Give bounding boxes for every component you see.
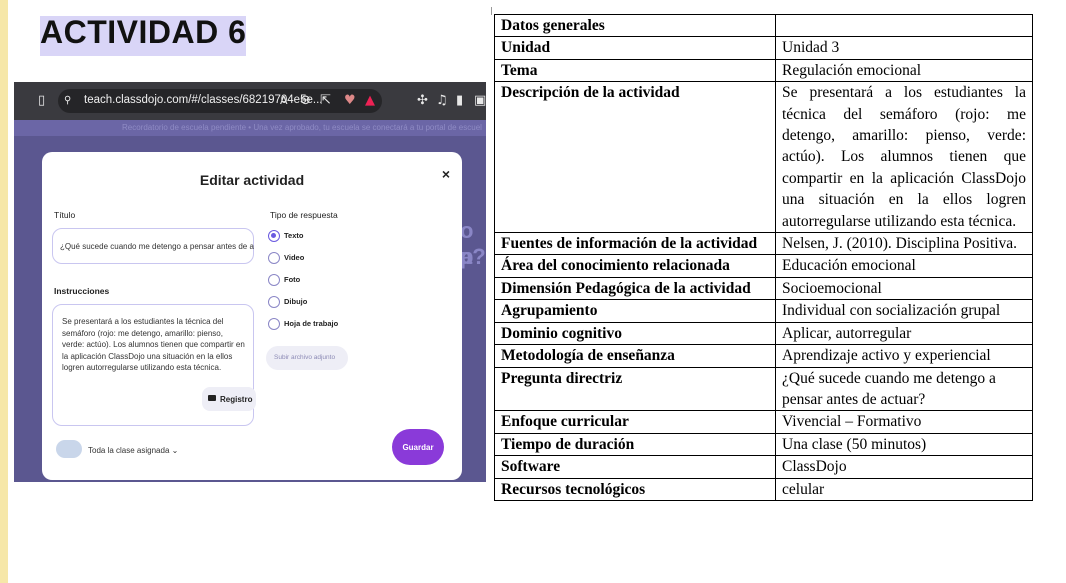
attach-file-label: Subir archivo adjunto: [274, 354, 336, 361]
title-label: Título: [54, 210, 76, 220]
activity-data-table: Datos generales Unidad Unidad 3 Tema Regul…: [494, 13, 1033, 501]
sidebar-icon[interactable]: ▮: [456, 93, 463, 108]
option-dibujo[interactable]: Dibujo: [284, 297, 307, 306]
wallet-icon[interactable]: ▣: [474, 93, 486, 108]
row-key: Dominio cognitivo: [494, 321, 776, 346]
background-text: a?: [460, 244, 486, 269]
row-key: Tiempo de duración: [494, 432, 776, 457]
row-key: Recursos tecnológicos: [494, 477, 776, 501]
row-key: Unidad: [494, 36, 776, 60]
row-key: Agrupamiento: [494, 299, 776, 323]
translate-icon[interactable]: A: [280, 94, 288, 107]
radio-video[interactable]: [268, 252, 280, 264]
row-key: Software: [494, 455, 776, 479]
row-value: Nelsen, J. (2010). Disciplina Positiva.: [775, 232, 1033, 256]
media-icon[interactable]: ♫: [436, 93, 448, 108]
row-value: [775, 13, 1033, 38]
table-row: Dimensión Pedagógica de la actividad Soci…: [494, 276, 1033, 301]
row-value: Educación emocional: [775, 254, 1033, 278]
table-row: Descripción de la actividad Se presentará…: [494, 81, 1033, 234]
row-value: Vivencial – Formativo: [775, 410, 1033, 434]
assignee-label: Toda la clase asignada: [88, 446, 170, 455]
table-row: Pregunta directriz ¿Qué sucede cuando me …: [494, 366, 1033, 412]
row-value: Aprendizaje activo y experiencial: [775, 344, 1033, 368]
table-row: Recursos tecnológicos celular: [494, 477, 1033, 501]
share-icon[interactable]: ⇱: [320, 93, 331, 108]
table-row: Unidad Unidad 3: [494, 36, 1033, 60]
radio-dibujo[interactable]: [268, 296, 280, 308]
rewards-icon[interactable]: ▲: [365, 93, 375, 108]
left-accent-strip: [0, 0, 8, 583]
option-hoja-de-trabajo[interactable]: Hoja de trabajo: [284, 319, 338, 328]
table-row: Fuentes de información de la actividad Ne…: [494, 232, 1033, 256]
table-row: Área del conocimiento relacionada Educaci…: [494, 254, 1033, 278]
row-value: Individual con socialización grupal: [775, 299, 1033, 323]
option-texto[interactable]: Texto: [284, 231, 303, 240]
instructions-label: Instrucciones: [54, 286, 110, 296]
row-value: ¿Qué sucede cuando me detengo a pensar a…: [775, 366, 1033, 412]
table-row: Dominio cognitivo Aplicar, autorregular: [494, 321, 1033, 346]
table-row: Metodología de enseñanza Aprendizaje acti…: [494, 344, 1033, 368]
row-key: Pregunta directriz: [494, 366, 776, 412]
assignee-dropdown[interactable]: Toda la clase asignada ⌄: [88, 446, 178, 455]
row-key: Dimensión Pedagógica de la actividad: [494, 276, 776, 301]
row-value: Socioemocional: [775, 276, 1033, 301]
video-camera-icon: [208, 395, 216, 401]
row-value: Aplicar, autorregular: [775, 321, 1033, 346]
notice-banner-text: Recordatorio de escuela pendiente • Una …: [122, 123, 482, 132]
option-video[interactable]: Video: [284, 253, 304, 262]
bookmark-icon[interactable]: ▯: [38, 93, 45, 108]
table-row: Software ClassDojo: [494, 455, 1033, 479]
radio-foto[interactable]: [268, 274, 280, 286]
row-value: celular: [775, 477, 1033, 501]
row-key: Enfoque curricular: [494, 410, 776, 434]
modal-title: Editar actividad: [199, 172, 305, 188]
table-row: Tema Regulación emocional: [494, 58, 1033, 83]
row-value: Una clase (50 minutos): [775, 432, 1033, 457]
site-settings-icon[interactable]: ⚲: [64, 95, 71, 106]
row-value: Se presentará a los estudiantes la técni…: [775, 81, 1033, 234]
row-key: Metodología de enseñanza: [494, 344, 776, 368]
row-value: Unidad 3: [775, 36, 1033, 60]
row-key: Fuentes de información de la actividad: [494, 232, 776, 256]
instructions-value: Se presentará a los estudiantes la técni…: [62, 317, 245, 372]
table-row: Tiempo de duración Una clase (50 minutos): [494, 432, 1033, 457]
row-key: Tema: [494, 58, 776, 83]
row-key: Datos generales: [494, 13, 776, 38]
edit-activity-modal: Editar actividad × Título ¿Qué sucede cu…: [42, 152, 462, 480]
chevron-down-icon: ⌄: [171, 446, 179, 455]
extensions-icon[interactable]: ✣: [417, 93, 428, 108]
option-foto[interactable]: Foto: [284, 275, 300, 284]
zoom-icon[interactable]: ⊖: [300, 93, 311, 108]
table-row: Agrupamiento Individual con socialización…: [494, 299, 1033, 323]
row-value: Regulación emocional: [775, 58, 1033, 83]
row-value: ClassDojo: [775, 455, 1033, 479]
close-icon[interactable]: ×: [442, 166, 450, 182]
page-heading: ACTIVIDAD 6: [40, 14, 247, 50]
save-button-label: Guardar: [402, 443, 434, 452]
radio-hoja-de-trabajo[interactable]: [268, 318, 280, 330]
classdojo-screenshot: ▯ ⚲ teach.classdojo.com/#/classes/682197…: [14, 82, 486, 482]
row-key: Descripción de la actividad: [494, 81, 776, 234]
response-type-label: Tipo de respuesta: [270, 210, 338, 220]
shield-icon[interactable]: ♥: [344, 93, 356, 108]
class-avatar-icon: [56, 440, 82, 458]
table-row: Datos generales: [494, 13, 1033, 38]
divider: [491, 7, 492, 15]
record-button-label: Registro: [220, 395, 253, 404]
radio-texto[interactable]: [268, 230, 280, 242]
title-input-value: ¿Qué sucede cuando me detengo a pensar a…: [60, 242, 254, 251]
row-key: Área del conocimiento relacionada: [494, 254, 776, 278]
table-row: Enfoque curricular Vivencial – Formativo: [494, 410, 1033, 434]
